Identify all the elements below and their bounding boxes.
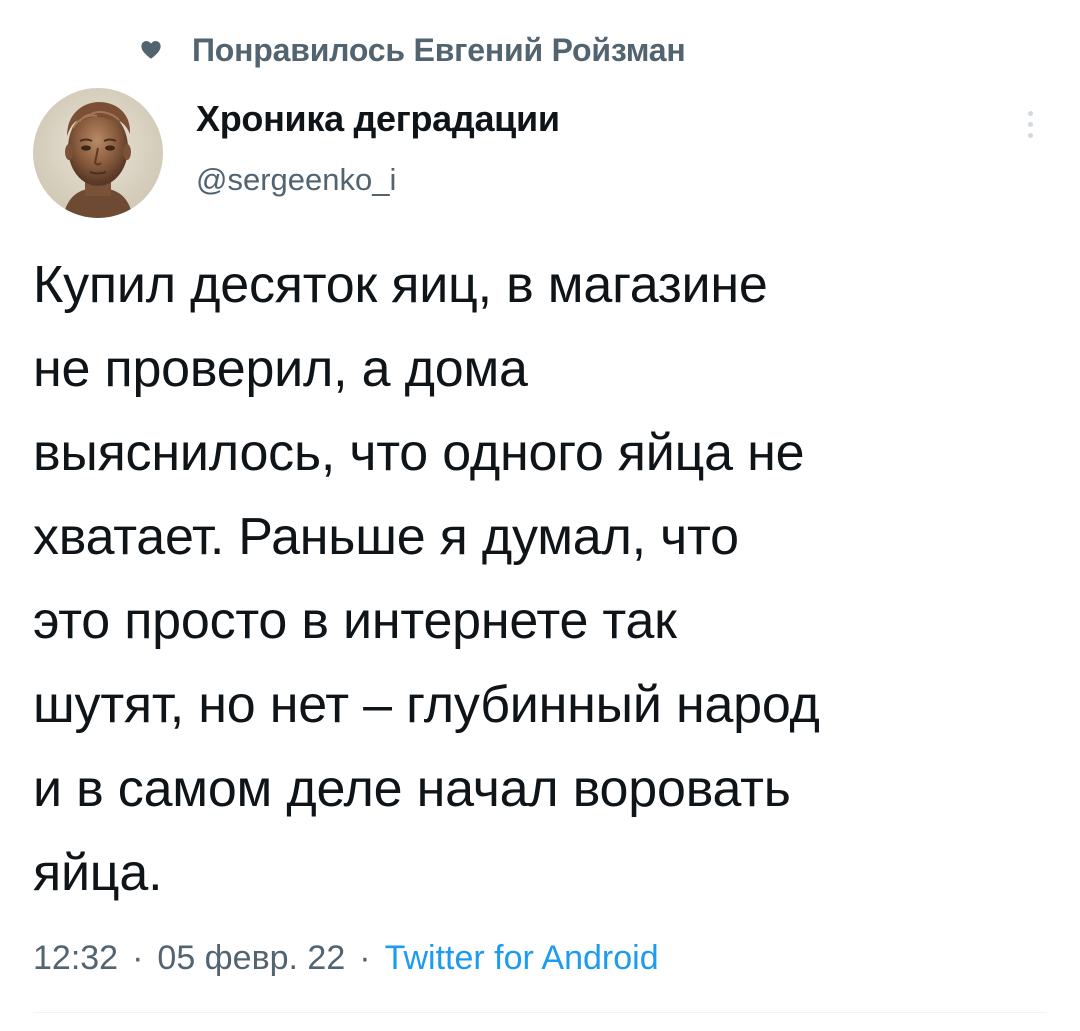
- more-dot: [1027, 121, 1033, 127]
- tweet-text-line: яйца.: [33, 844, 163, 902]
- author-handle[interactable]: @sergeenko_i: [196, 162, 396, 198]
- tweet-text-line: это просто в интернете так: [33, 592, 677, 650]
- avatar[interactable]: [33, 88, 163, 218]
- meta-separator: ·: [359, 938, 371, 977]
- tweet: Понравилось Евгений Ройзман Хроника дегр…: [0, 0, 1080, 1031]
- tweet-text-line: шутят, но нет – глубинный народ: [33, 676, 820, 734]
- tweet-text-line: и в самом деле начал воровать: [33, 760, 791, 818]
- more-dot: [1027, 132, 1033, 138]
- divider: [33, 1012, 1047, 1013]
- tweet-time[interactable]: 12:32: [33, 939, 118, 978]
- social-context-text: Понравилось Евгений Ройзман: [192, 31, 686, 68]
- meta-separator: ·: [132, 938, 144, 977]
- tweet-source-link[interactable]: Twitter for Android: [385, 939, 659, 978]
- more-dot: [1027, 110, 1033, 116]
- tweet-date[interactable]: 05 февр. 22: [157, 939, 345, 978]
- social-context[interactable]: Понравилось Евгений Ройзман: [140, 28, 686, 72]
- more-vertical-icon[interactable]: [1010, 104, 1050, 144]
- tweet-text-line: не проверил, а дома: [33, 340, 528, 398]
- heart-icon: [140, 39, 162, 61]
- tweet-text: Купил десяток яиц, в магазине не провери…: [33, 243, 1053, 915]
- author-name[interactable]: Хроника деградации: [196, 98, 560, 140]
- tweet-text-line: хватает. Раньше я думал, что: [33, 508, 739, 566]
- tweet-meta: 12:32 · 05 февр. 22 · Twitter for Androi…: [33, 928, 659, 988]
- tweet-text-line: Купил десяток яиц, в магазине: [33, 256, 768, 314]
- tweet-text-line: выяснилось, что одного яйца не: [33, 424, 805, 482]
